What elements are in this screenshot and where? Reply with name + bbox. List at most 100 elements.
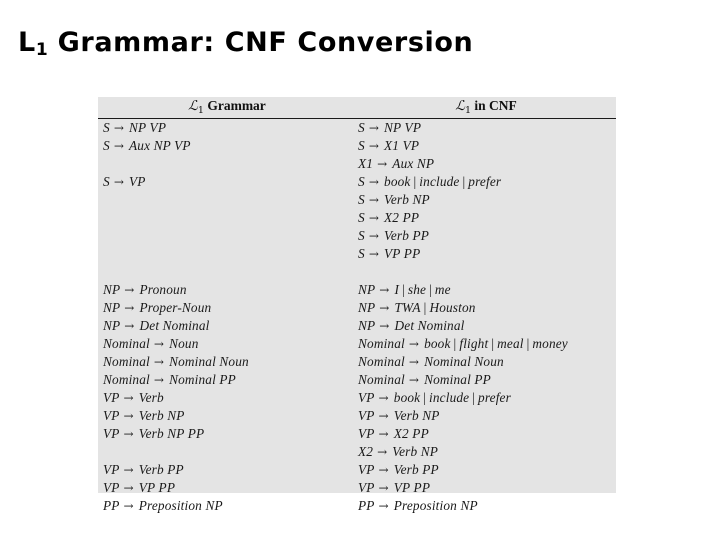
- rule-rhs-alternative: VP PP: [138, 480, 176, 495]
- rule-lhs: VP: [103, 426, 120, 441]
- production-rule-row: VP → Verb PP: [358, 461, 616, 479]
- page-title-lead: L: [18, 27, 36, 58]
- rule-rhs-alternative: TWA: [394, 300, 421, 315]
- rule-rhs-alternative: Verb PP: [138, 462, 184, 477]
- arrow-icon: →: [379, 301, 390, 315]
- column-header-grammar-label: Grammar: [207, 98, 266, 113]
- production-rule-row: S → X2 PP: [358, 209, 616, 227]
- rule-rhs-alternative: Houston: [429, 300, 476, 315]
- rule-lhs: S: [358, 138, 365, 153]
- alternation-bar: |: [491, 336, 495, 351]
- rule-lhs: VP: [103, 390, 120, 405]
- production-rule-row: Nominal → Nominal PP: [358, 371, 616, 389]
- script-l-icon: ℒ1: [188, 98, 204, 116]
- rule-lhs: S: [103, 138, 110, 153]
- arrow-icon: →: [113, 139, 125, 153]
- rule-lhs: NP: [358, 282, 376, 297]
- arrow-icon: →: [123, 427, 134, 441]
- rule-lhs: VP: [358, 390, 375, 405]
- rule-lhs: Nominal: [103, 372, 150, 387]
- rule-rhs-alternative: NP VP: [129, 120, 167, 135]
- arrow-icon: →: [124, 319, 135, 333]
- production-rule-row: VP → Verb: [103, 389, 353, 407]
- rule-row-spacer: [103, 263, 353, 281]
- rule-rhs-alternative: Preposition NP: [138, 498, 223, 513]
- production-rule-row: NP → Proper-Noun: [103, 299, 353, 317]
- rule-rhs-alternative: Verb NP: [392, 444, 439, 459]
- rule-rhs-alternative: Verb NP: [138, 408, 185, 423]
- arrow-icon: →: [378, 391, 389, 405]
- production-rule-row: VP → X2 PP: [358, 425, 616, 443]
- rule-lhs: Nominal: [358, 372, 405, 387]
- rule-rhs-alternative: Verb: [138, 390, 164, 405]
- arrow-icon: →: [379, 319, 390, 333]
- rule-row-spacer: [103, 155, 353, 173]
- rule-lhs: Nominal: [358, 354, 405, 369]
- rule-rhs-alternative: VP: [129, 174, 146, 189]
- rule-rhs-alternative: Verb NP: [393, 408, 440, 423]
- alternation-bar: |: [472, 390, 476, 405]
- arrow-icon: →: [368, 121, 380, 135]
- arrow-icon: →: [123, 409, 134, 423]
- rule-rhs-alternative: include: [419, 174, 460, 189]
- rule-row-spacer: [103, 209, 353, 227]
- rule-lhs: X2: [358, 444, 374, 459]
- rule-rhs-alternative: Nominal Noun: [169, 354, 249, 369]
- rule-rhs-alternative: Verb NP PP: [138, 426, 205, 441]
- rule-rhs-alternative: Aux NP VP: [129, 138, 191, 153]
- rule-row-spacer: [103, 227, 353, 245]
- production-rule-row: S → VP: [103, 173, 353, 191]
- arrow-icon: →: [123, 499, 134, 513]
- arrow-icon: →: [408, 337, 420, 351]
- arrow-icon: →: [113, 121, 125, 135]
- arrow-icon: →: [378, 409, 389, 423]
- rule-rhs-alternative: X2 PP: [384, 210, 420, 225]
- production-rule-row: Nominal → Nominal Noun: [358, 353, 616, 371]
- rule-lhs: VP: [103, 408, 120, 423]
- production-rule-row: S → X1 VP: [358, 137, 616, 155]
- arrow-icon: →: [123, 481, 134, 495]
- production-rule-row: NP → Pronoun: [103, 281, 353, 299]
- rule-rhs-alternative: flight: [459, 336, 489, 351]
- slide-canvas: L1 Grammar: CNF Conversion ℒ1 Grammar ℒ1…: [0, 0, 720, 540]
- arrow-icon: →: [153, 355, 165, 369]
- rule-rhs-alternative: Aux NP: [392, 156, 435, 171]
- rule-lhs: VP: [103, 480, 120, 495]
- rule-rhs-alternative: she: [407, 282, 427, 297]
- arrow-icon: →: [368, 211, 380, 225]
- page-title-main: Grammar: CNF Conversion: [57, 27, 474, 58]
- alternation-bar: |: [413, 174, 417, 189]
- alternation-bar: |: [423, 390, 427, 405]
- arrow-icon: →: [368, 229, 380, 243]
- rule-rhs-alternative: prefer: [478, 390, 511, 405]
- rule-rhs-alternative: book: [424, 336, 451, 351]
- alternation-bar: |: [402, 282, 405, 297]
- production-rule-row: NP → I | she | me: [358, 281, 616, 299]
- column-header-cnf: ℒ1 in CNF: [356, 98, 616, 116]
- rule-lhs: X1: [358, 156, 374, 171]
- production-rule-row: VP → VP PP: [103, 479, 353, 497]
- rule-row-spacer: [103, 245, 353, 263]
- rule-lhs: S: [358, 174, 365, 189]
- rule-lhs: VP: [103, 462, 120, 477]
- arrow-icon: →: [368, 247, 380, 261]
- cnf-rules-column: S → NP VP S → X1 VP X1 → Aux NP S → book | include | pr…: [358, 119, 616, 513]
- rule-lhs: VP: [358, 408, 375, 423]
- rule-rhs-alternative: X2 PP: [393, 426, 429, 441]
- rule-rhs-alternative: include: [429, 390, 470, 405]
- page-title-subscript: 1: [35, 40, 48, 60]
- production-rule-row: S → NP VP: [358, 119, 616, 137]
- rule-lhs: S: [103, 174, 110, 189]
- rule-rhs-alternative: VP PP: [393, 480, 431, 495]
- production-rule-row: S → book | include | prefer: [358, 173, 616, 191]
- production-rule-row: Nominal → book | flight | meal | money: [358, 335, 616, 353]
- rule-row-spacer: [358, 263, 616, 281]
- rule-rhs-alternative: Noun: [169, 336, 199, 351]
- rule-lhs: NP: [358, 300, 376, 315]
- page-title: L1 Grammar: CNF Conversion: [18, 27, 473, 60]
- rule-rhs-alternative: Verb PP: [384, 228, 430, 243]
- arrow-icon: →: [153, 373, 165, 387]
- production-rule-row: VP → Verb NP PP: [103, 425, 353, 443]
- production-rule-row: PP → Preposition NP: [358, 497, 616, 515]
- rule-lhs: S: [358, 192, 365, 207]
